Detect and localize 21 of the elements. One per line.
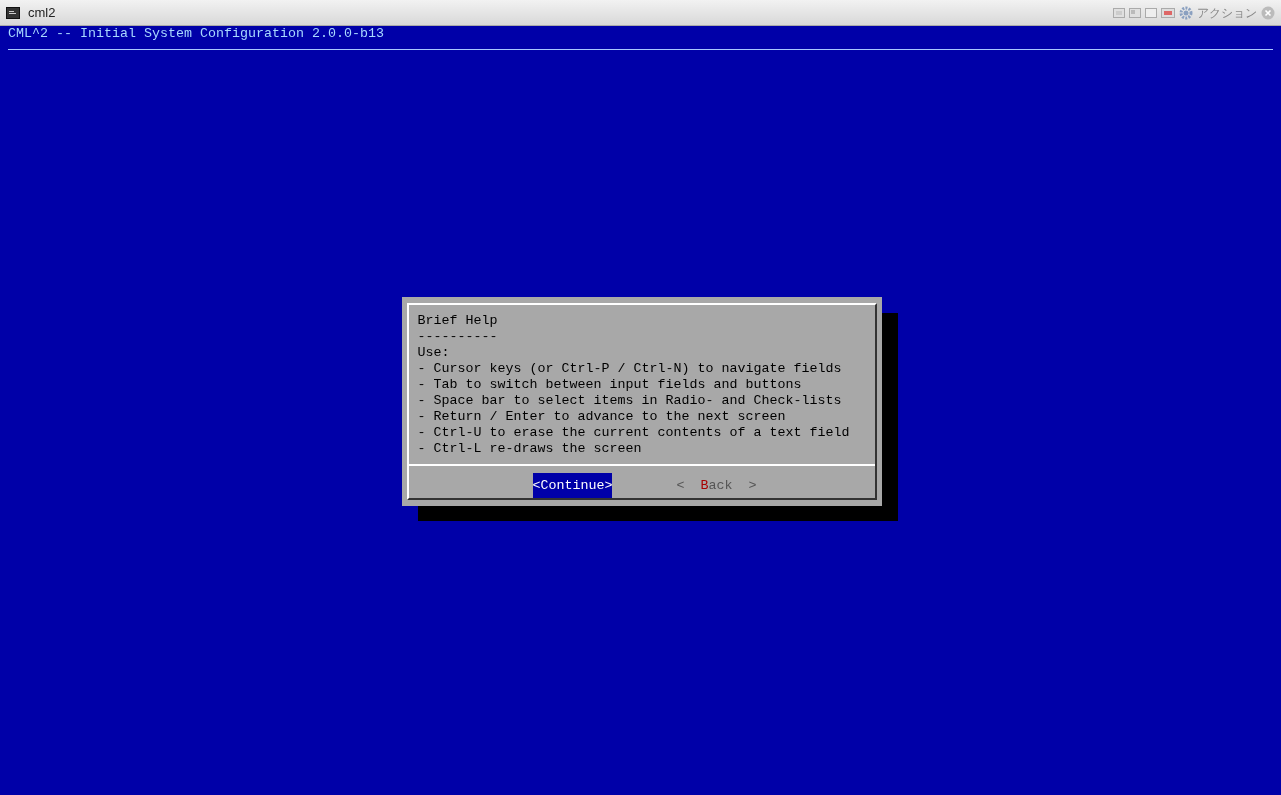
window-mode-icon[interactable]: [1129, 7, 1141, 18]
help-text: - Return / Enter to advance to the next screen: [417, 409, 786, 425]
window-title: cml2: [28, 3, 56, 22]
keyboard-icon[interactable]: [1161, 7, 1175, 18]
help-text: - Tab to switch between input fields and buttons: [417, 377, 802, 393]
action-menu[interactable]: アクション: [1197, 3, 1257, 22]
help-text: - Ctrl-U to erase the current contents of a text field: [417, 425, 850, 441]
continue-button[interactable]: <Continue>: [532, 473, 613, 498]
help-text: - Space bar to select items in Radio- and Check-lists: [417, 393, 842, 409]
terminal-icon: [6, 6, 20, 19]
dialog-title: Brief Help: [417, 313, 498, 329]
close-icon[interactable]: [1261, 5, 1275, 20]
help-text: - Ctrl-L re-draws the screen: [417, 441, 642, 457]
back-button[interactable]: < Back >: [676, 473, 757, 498]
help-text: Use:: [417, 345, 450, 361]
title-underline: ----------: [417, 329, 498, 345]
help-text: - Cursor keys (or Ctrl-P / Ctrl-N) to navigate fields: [417, 361, 842, 377]
screen-header: CML^2 -- Initial System Configuration 2.0.0-b13: [7, 26, 385, 42]
gear-icon[interactable]: [1179, 5, 1193, 20]
window-mode-icon[interactable]: [1113, 7, 1125, 18]
window-mode-icon[interactable]: [1145, 7, 1157, 18]
